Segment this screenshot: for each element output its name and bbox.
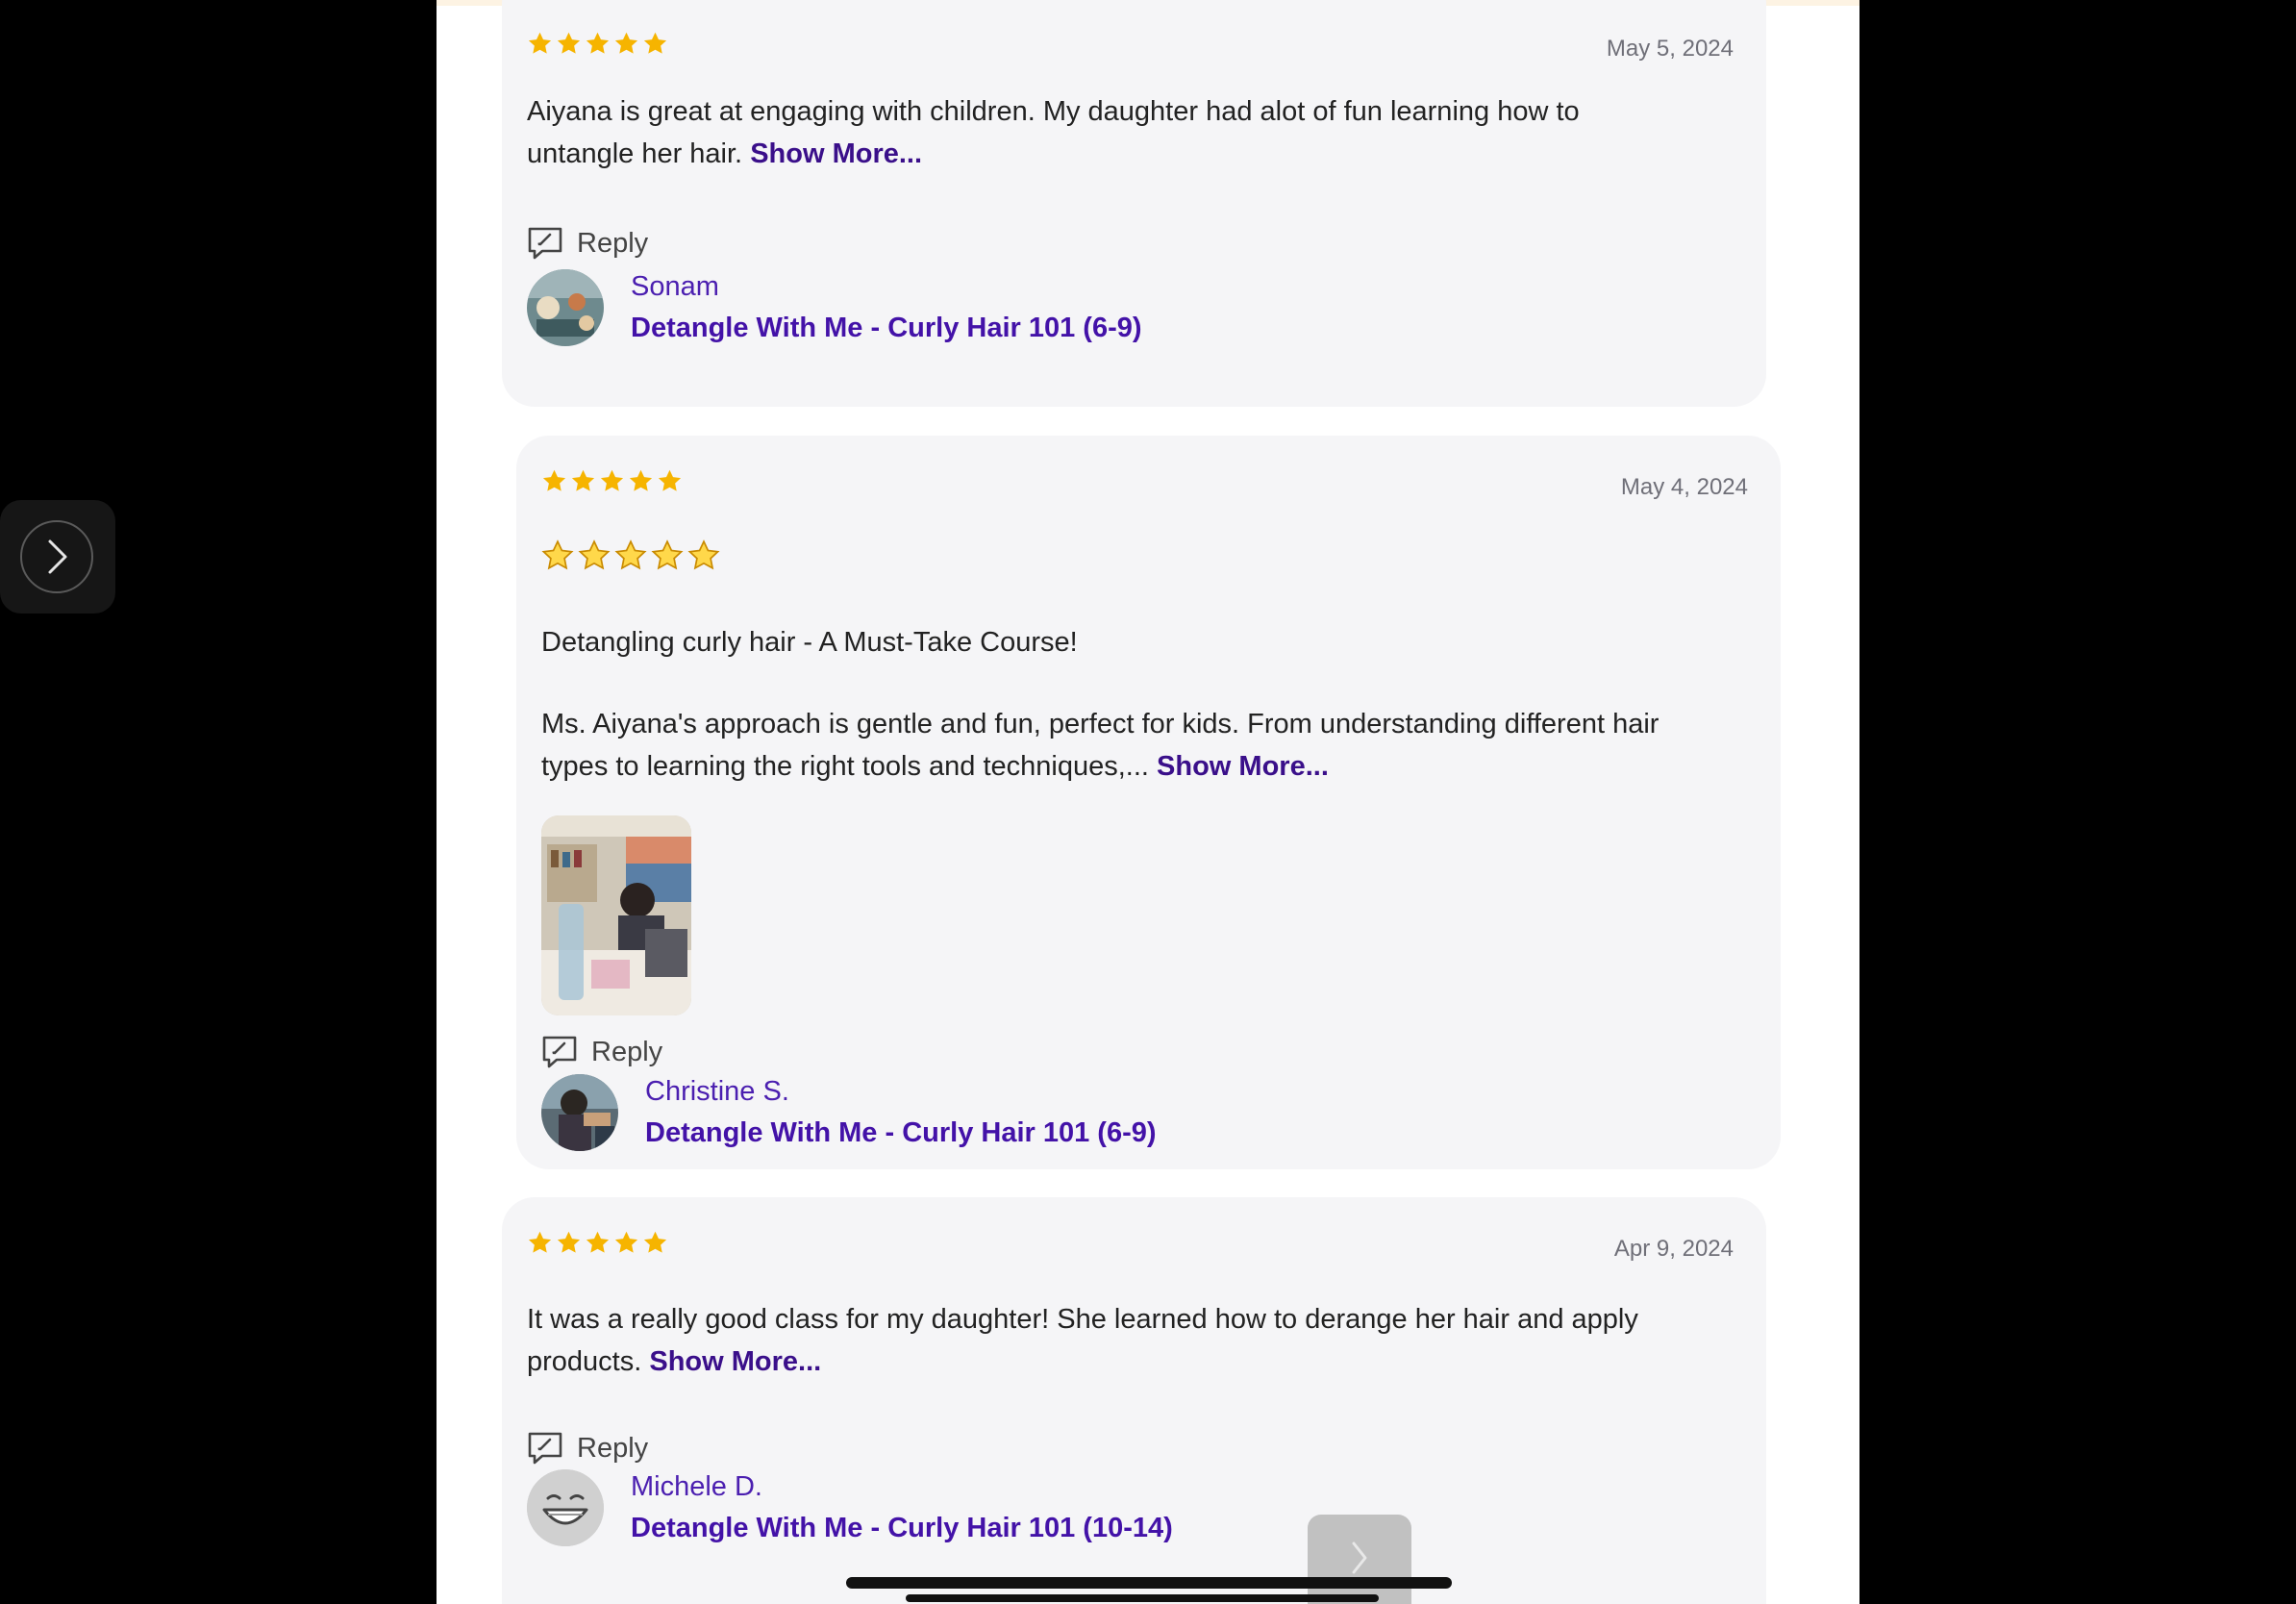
emoji-stars — [541, 539, 720, 572]
author-name[interactable]: Michele D. — [631, 1471, 762, 1503]
avatar[interactable] — [527, 269, 604, 346]
floating-next-button[interactable] — [1308, 1515, 1411, 1604]
screen: May 5, 2024 Aiyana is great at engaging … — [0, 0, 2296, 1604]
star-icon — [528, 1231, 552, 1253]
side-nav-next-button[interactable] — [0, 500, 115, 614]
review-body: Ms. Aiyana's approach is gentle and fun,… — [541, 709, 1660, 782]
star-icon — [542, 469, 566, 491]
review-photo[interactable] — [541, 815, 691, 1015]
review-text: Ms. Aiyana's approach is gentle and fun,… — [541, 703, 1714, 788]
star-icon — [571, 469, 595, 491]
star-icon — [629, 469, 653, 491]
star-icon — [528, 32, 552, 54]
avatar[interactable] — [541, 1074, 618, 1151]
grinning-face-icon — [527, 1469, 604, 1546]
star-emoji-icon — [614, 539, 647, 570]
review-card: May 5, 2024 Aiyana is great at engaging … — [502, 0, 1766, 407]
review-card: Apr 9, 2024 It was a really good class f… — [502, 1197, 1766, 1604]
course-link[interactable]: Detangle With Me - Curly Hair 101 (6-9) — [645, 1117, 1157, 1149]
star-icon — [600, 469, 624, 491]
chevron-right-icon — [20, 520, 93, 593]
review-title: Detangling curly hair - A Must-Take Cour… — [541, 627, 1078, 658]
course-link[interactable]: Detangle With Me - Curly Hair 101 (6-9) — [631, 313, 1142, 344]
star-icon — [614, 1231, 638, 1253]
star-icon — [643, 1231, 667, 1253]
reply-button[interactable]: Reply — [541, 1035, 662, 1069]
show-more-link[interactable]: Show More... — [750, 138, 922, 169]
star-icon — [557, 1231, 581, 1253]
review-card: May 4, 2024 Detangling curly hair - A Mu… — [516, 436, 1781, 1169]
rating-stars — [541, 468, 683, 494]
reply-button[interactable]: Reply — [527, 226, 648, 261]
course-link[interactable]: Detangle With Me - Curly Hair 101 (10-14… — [631, 1513, 1173, 1544]
reply-bubble-icon — [528, 227, 562, 260]
star-icon — [643, 32, 667, 54]
rating-stars — [527, 31, 668, 57]
reply-button[interactable]: Reply — [527, 1431, 648, 1466]
author-name[interactable]: Christine S. — [645, 1076, 789, 1108]
scroll-indicator — [906, 1594, 1379, 1602]
reply-label: Reply — [577, 1432, 649, 1464]
reviews-page: May 5, 2024 Aiyana is great at engaging … — [437, 0, 1859, 1604]
star-icon — [614, 32, 638, 54]
review-date: Apr 9, 2024 — [1613, 1236, 1734, 1262]
avatar[interactable] — [527, 1469, 604, 1546]
star-emoji-icon — [578, 539, 611, 570]
show-more-link[interactable]: Show More... — [1157, 751, 1329, 782]
review-text: Aiyana is great at engaging with childre… — [527, 90, 1623, 175]
rating-stars — [527, 1230, 668, 1256]
author-name[interactable]: Sonam — [631, 271, 719, 303]
review-text: It was a really good class for my daught… — [527, 1298, 1681, 1383]
star-emoji-icon — [651, 539, 684, 570]
reply-bubble-icon — [542, 1036, 577, 1068]
home-indicator[interactable] — [846, 1577, 1452, 1589]
chevron-right-icon — [1352, 1541, 1367, 1574]
star-icon — [557, 32, 581, 54]
star-emoji-icon — [541, 539, 574, 570]
reply-label: Reply — [591, 1036, 663, 1067]
review-date: May 5, 2024 — [1606, 36, 1734, 62]
review-date: May 4, 2024 — [1620, 474, 1748, 500]
star-icon — [658, 469, 682, 491]
reply-bubble-icon — [528, 1432, 562, 1465]
star-emoji-icon — [687, 539, 720, 570]
review-body: Aiyana is great at engaging with childre… — [527, 96, 1580, 169]
star-icon — [586, 32, 610, 54]
reply-label: Reply — [577, 227, 649, 259]
show-more-link[interactable]: Show More... — [649, 1346, 821, 1377]
star-icon — [586, 1231, 610, 1253]
